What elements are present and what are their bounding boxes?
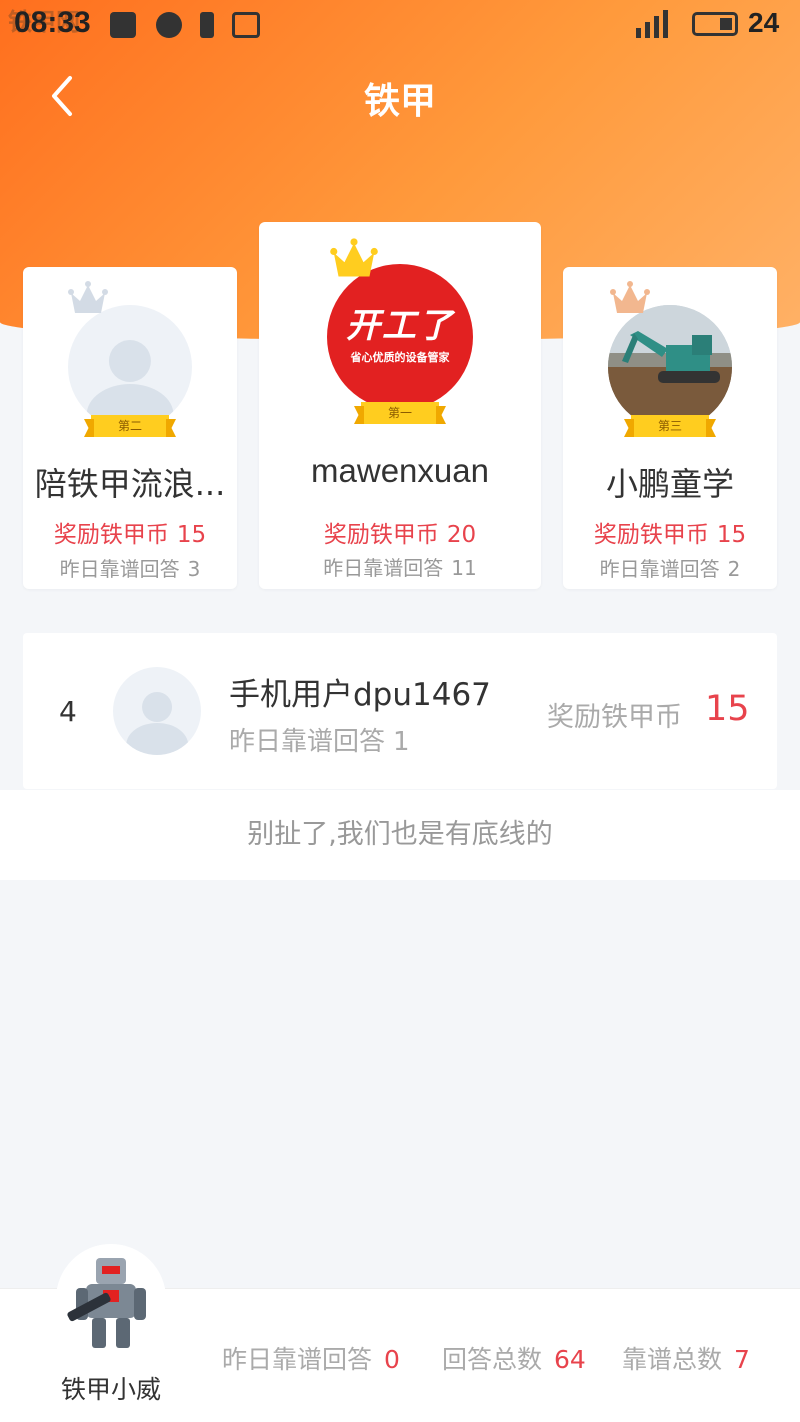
crown-icon	[610, 281, 650, 313]
answers-line: 昨日靠谱回答 3	[23, 553, 237, 582]
answers-value: 1	[393, 727, 410, 757]
user-name: 陪铁甲流浪...	[34, 465, 226, 503]
stat-total-answers: 回答总数 64	[442, 1340, 586, 1376]
battery-icon	[692, 12, 738, 36]
status-time: 08:33	[14, 6, 91, 39]
reward-line: 奖励铁甲币 15	[563, 515, 777, 549]
podium-card-third[interactable]: 第三 小鹏童学 奖励铁甲币 15 昨日靠谱回答 2	[563, 267, 777, 589]
default-avatar-icon	[113, 667, 201, 755]
answers-label: 昨日靠谱回答	[229, 727, 386, 757]
reward-value: 20	[446, 522, 477, 548]
answers-line: 昨日靠谱回答 11	[259, 552, 541, 581]
podium-card-second[interactable]: 第二 陪铁甲流浪... 奖励铁甲币 15 昨日靠谱回答 3	[23, 267, 237, 589]
rank-badge: 第二	[91, 415, 169, 437]
answers-value: 3	[187, 557, 201, 581]
stat-value: 7	[734, 1345, 750, 1374]
crown-icon	[330, 238, 378, 277]
answers-line: 昨日靠谱回答 1	[229, 721, 410, 758]
robot-mascot-icon	[56, 1244, 166, 1354]
default-avatar-icon	[68, 305, 192, 429]
my-avatar[interactable]	[56, 1244, 166, 1354]
stat-value: 0	[384, 1345, 400, 1374]
my-name: 铁甲小威	[60, 1375, 161, 1404]
crown-icon	[68, 281, 108, 313]
stat-yesterday-answers: 昨日靠谱回答 0	[222, 1340, 400, 1376]
news-icon	[232, 12, 260, 38]
excavator-photo-avatar	[608, 305, 732, 429]
reward-line: 奖励铁甲币 20	[259, 515, 541, 549]
rank-badge: 第一	[361, 402, 439, 424]
alert-icon	[200, 12, 214, 38]
list-item[interactable]: 4 手机用户dpu1467 昨日靠谱回答 1 奖励铁甲币 15	[23, 633, 777, 789]
user-name: 手机用户dpu1467	[229, 677, 491, 713]
avatar	[68, 305, 192, 429]
reward-label: 奖励铁甲币	[593, 522, 709, 548]
answers-value: 11	[451, 556, 477, 580]
chat-icon	[156, 12, 182, 38]
user-name: mawenxuan	[311, 452, 489, 489]
stat-value: 64	[554, 1345, 586, 1374]
reward-label: 奖励铁甲币	[323, 522, 439, 548]
reward-value: 15	[176, 522, 207, 548]
status-bar: 铁甲网 08:33 24	[0, 0, 800, 50]
reward-value: 15	[716, 522, 747, 548]
avatar	[113, 667, 201, 755]
answers-label: 昨日靠谱回答	[323, 556, 444, 580]
logo-main-text: 开工了	[346, 306, 454, 346]
stat-label: 靠谱总数	[622, 1345, 723, 1374]
reward-label: 奖励铁甲币	[547, 702, 682, 733]
rank-number: 4	[59, 695, 77, 728]
battery-level: 24	[748, 7, 780, 38]
page-title: 铁甲	[363, 81, 436, 122]
answers-label: 昨日靠谱回答	[599, 557, 720, 581]
stat-label: 回答总数	[442, 1345, 543, 1374]
stat-reliable-total: 靠谱总数 7	[622, 1340, 750, 1376]
mail-icon	[110, 12, 136, 38]
rank-badge: 第三	[631, 415, 709, 437]
answers-label: 昨日靠谱回答	[59, 557, 180, 581]
logo-sub-text: 省心优质的设备管家	[350, 351, 450, 364]
stat-label: 昨日靠谱回答	[222, 1345, 373, 1374]
reward-label: 奖励铁甲币	[53, 522, 169, 548]
podium-card-first[interactable]: 开工了 省心优质的设备管家 第一 mawenxuan 奖励铁甲币 20 昨日靠谱回…	[259, 222, 541, 589]
reward-line: 奖励铁甲币 15	[23, 515, 237, 549]
answers-value: 2	[727, 557, 741, 581]
user-name: 小鹏童学	[605, 465, 734, 503]
reward-value: 15	[705, 689, 750, 729]
end-of-list-note: 别扯了,我们也是有底线的	[0, 790, 800, 880]
answers-line: 昨日靠谱回答 2	[563, 553, 777, 582]
avatar	[608, 305, 732, 429]
excavator-icon	[608, 305, 732, 429]
signal-icon	[632, 10, 676, 38]
